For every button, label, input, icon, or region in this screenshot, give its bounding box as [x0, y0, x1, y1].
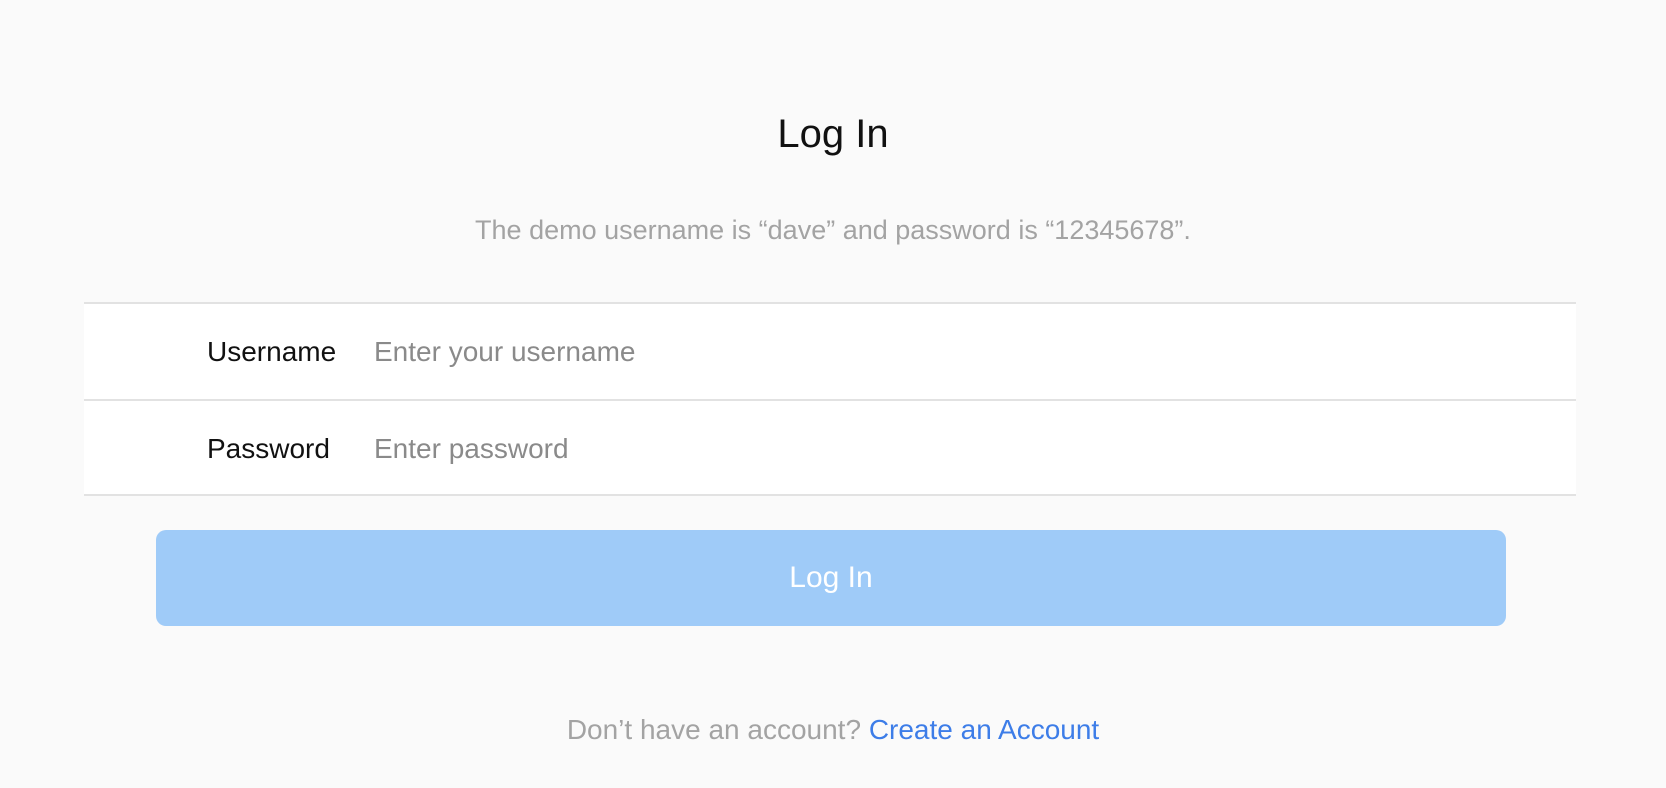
signup-prompt-text: Don’t have an account?	[566, 714, 862, 745]
username-row: Username	[84, 304, 1576, 399]
log-in-button[interactable]: Log In	[156, 530, 1506, 626]
password-row: Password	[84, 399, 1576, 496]
username-label: Username	[207, 335, 337, 367]
demo-credentials-hint: The demo username is “dave” and password…	[475, 215, 1191, 245]
login-page: Log In The demo username is “dave” and p…	[0, 0, 1666, 788]
create-account-link[interactable]: Create an Account	[869, 714, 1099, 745]
signup-prompt: Don’t have an account? Create an Account	[0, 712, 1666, 748]
password-label: Password	[207, 432, 330, 464]
password-input[interactable]	[374, 424, 1524, 473]
page-title: Log In	[777, 112, 889, 156]
login-form: Username Password	[84, 302, 1576, 496]
username-input[interactable]	[374, 327, 1524, 376]
